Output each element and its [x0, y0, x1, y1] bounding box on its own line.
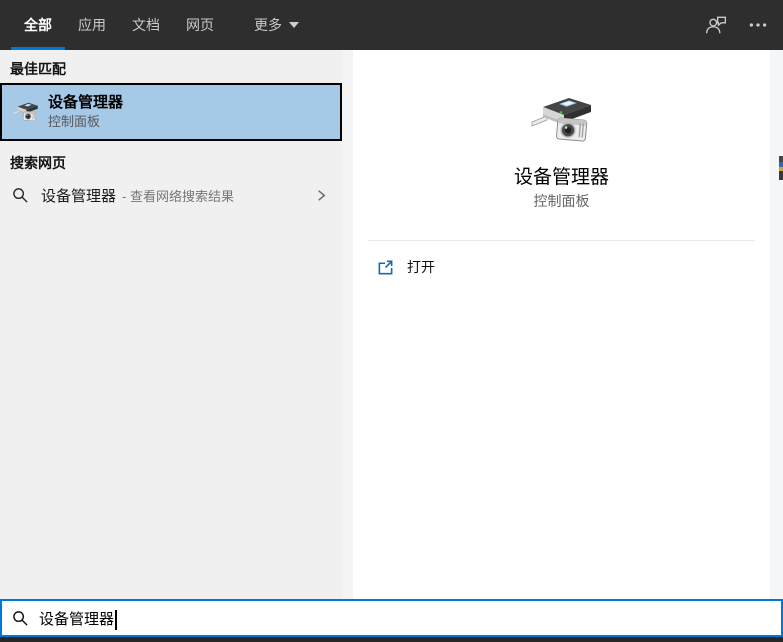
chevron-right-icon — [313, 187, 330, 204]
device-manager-icon — [12, 101, 39, 124]
tab-more-label: 更多 — [254, 17, 282, 33]
scrollbar-track[interactable] — [770, 50, 783, 599]
web-search-suggestion[interactable]: 设备管理器 - 查看网络搜索结果 — [0, 178, 342, 212]
chevron-down-icon — [289, 22, 299, 28]
feedback-user-icon[interactable] — [705, 14, 727, 36]
header-right-icons — [705, 0, 769, 50]
best-match-section-header: 最佳匹配 — [10, 61, 66, 77]
tab-apps[interactable]: 应用 — [65, 0, 119, 50]
tab-web[interactable]: 网页 — [173, 0, 227, 50]
search-icon — [12, 610, 29, 627]
tab-more-dropdown[interactable]: 更多 — [241, 0, 312, 50]
results-panel: 最佳匹配 设备管理器 控制面板 搜索网页 设备管理器 - 查看网络搜索结果 — [0, 50, 342, 599]
search-bar — [0, 599, 783, 637]
preview-subtitle: 控制面板 — [533, 193, 590, 209]
web-search-section-header: 搜索网页 — [10, 155, 66, 171]
open-action[interactable]: 打开 — [353, 251, 770, 283]
preview-panel: 设备管理器 控制面板 打开 — [353, 50, 770, 599]
open-action-label: 打开 — [407, 259, 435, 275]
preview-title: 设备管理器 — [513, 167, 609, 188]
window-bottom-edge — [0, 637, 783, 642]
tab-all[interactable]: 全部 — [11, 0, 65, 50]
best-match-subtitle: 控制面板 — [48, 113, 101, 129]
more-options-icon[interactable] — [747, 14, 769, 36]
best-match-result-device-manager[interactable]: 设备管理器 控制面板 — [0, 83, 342, 141]
search-header: 全部 应用 文档 网页 更多 — [0, 0, 783, 50]
search-filter-tabs: 全部 应用 文档 网页 更多 — [0, 0, 312, 50]
search-icon — [12, 187, 29, 204]
tab-documents[interactable]: 文档 — [119, 0, 173, 50]
search-input[interactable] — [39, 609, 771, 627]
web-suggestion-hint: - 查看网络搜索结果 — [122, 188, 234, 204]
best-match-title: 设备管理器 — [48, 94, 124, 112]
panel-divider-strip — [342, 50, 353, 599]
best-match-text: 设备管理器 控制面板 — [48, 95, 123, 129]
open-external-icon — [377, 259, 394, 276]
preview-divider — [368, 240, 755, 241]
text-cursor — [115, 610, 117, 630]
background-window-sliver — [779, 156, 783, 180]
device-manager-icon-large — [530, 94, 594, 148]
web-suggestion-query: 设备管理器 — [41, 187, 117, 205]
